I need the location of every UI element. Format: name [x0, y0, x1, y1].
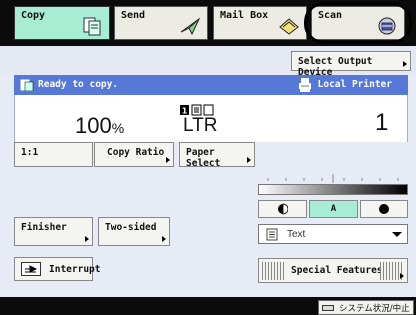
- original-type-dropdown[interactable]: Text: [258, 224, 408, 244]
- paper-size-display: LTR: [183, 115, 218, 136]
- chevron-down-icon: [392, 232, 402, 237]
- special-features-label: Special Features: [291, 265, 383, 276]
- finisher-button[interactable]: Finisher: [14, 217, 93, 246]
- paper-select-label: Paper Select: [186, 147, 221, 169]
- copy-ratio-display: 100%: [75, 113, 124, 139]
- copy-icon: [83, 17, 101, 36]
- copy-screen: Copy Send Mail Box Scan Select Output De…: [0, 0, 416, 315]
- one-to-one-button[interactable]: 1:1: [14, 142, 93, 167]
- tab-copy-label: Copy: [21, 10, 46, 21]
- copy-status-icon: [20, 79, 34, 91]
- tab-mailbox-label: Mail Box: [220, 10, 269, 21]
- copy-ratio-label: Copy Ratio: [107, 147, 165, 158]
- status-message: Ready to copy.: [38, 79, 119, 90]
- copy-count-display: 1: [375, 109, 389, 136]
- finisher-label: Finisher: [21, 222, 67, 233]
- lighter-button[interactable]: [258, 200, 307, 218]
- auto-density-label: A: [330, 204, 337, 214]
- document-icon: [266, 228, 278, 241]
- dark-icon: [379, 204, 389, 214]
- system-monitor-label: システム状況/中止: [339, 304, 410, 314]
- tab-send[interactable]: Send: [114, 6, 208, 40]
- local-printer-label: Local Printer: [317, 79, 392, 90]
- darker-button[interactable]: [360, 200, 408, 218]
- system-monitor-button[interactable]: システム状況/中止: [318, 300, 414, 315]
- status-bar: Ready to copy. Local Printer: [14, 75, 408, 95]
- interrupt-icon: [21, 262, 41, 276]
- mailbox-icon: [279, 18, 299, 35]
- send-icon: [180, 17, 201, 36]
- hatch-decoration: [262, 262, 286, 280]
- two-sided-button[interactable]: Two-sided: [98, 217, 170, 246]
- two-sided-label: Two-sided: [105, 222, 157, 233]
- interrupt-button[interactable]: Interrupt: [14, 257, 100, 281]
- tab-send-label: Send: [121, 10, 146, 21]
- density-gradient-bar: [258, 184, 408, 195]
- system-monitor-icon: [322, 305, 334, 311]
- copy-settings-panel: 100% 1 LTR 1: [14, 95, 408, 142]
- light-icon: [277, 203, 288, 215]
- printer-icon: [299, 78, 311, 92]
- tab-mailbox[interactable]: Mail Box: [213, 6, 307, 40]
- original-type-value: Text: [287, 229, 306, 240]
- copy-ratio-value: 100: [75, 113, 112, 138]
- select-output-device-button[interactable]: Select Output Device: [291, 51, 411, 78]
- hatch-decoration: [380, 262, 404, 280]
- paper-select-button[interactable]: Paper Select: [179, 142, 255, 169]
- tab-copy[interactable]: Copy: [14, 6, 110, 40]
- interrupt-label: Interrupt: [49, 264, 101, 275]
- auto-density-button[interactable]: A: [309, 200, 358, 218]
- copy-ratio-button[interactable]: Copy Ratio: [94, 142, 174, 167]
- scan-tab-highlight-ring: [304, 2, 412, 44]
- copy-ratio-unit: %: [111, 120, 125, 136]
- special-features-button[interactable]: Special Features: [258, 258, 408, 283]
- one-to-one-label: 1:1: [21, 147, 39, 158]
- function-tab-bar: Copy Send Mail Box Scan: [0, 0, 416, 46]
- density-scale-ticks: [267, 174, 399, 183]
